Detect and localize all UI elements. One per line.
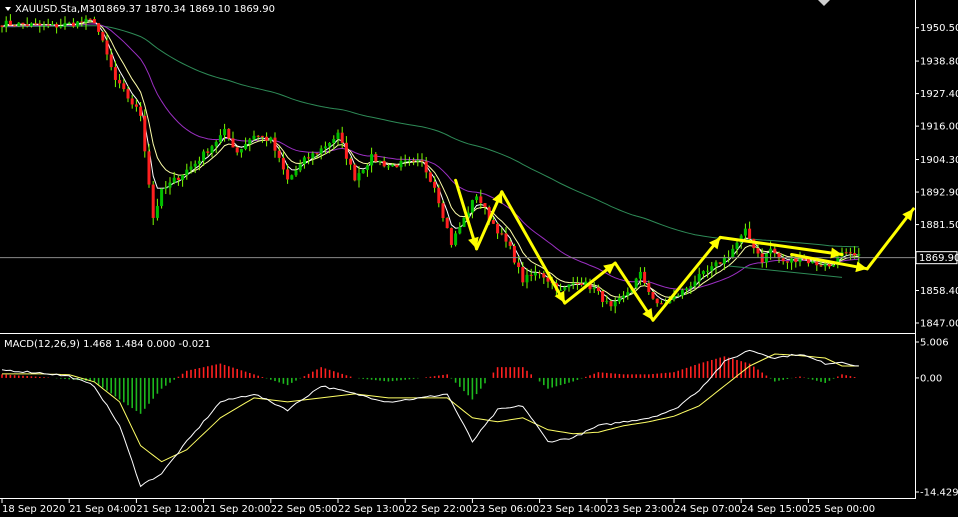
current-price-label: 1869.90 xyxy=(919,253,958,264)
candle xyxy=(428,171,432,183)
candle xyxy=(512,243,516,265)
chart-symbol: XAUUSD.Sta,M30 xyxy=(15,4,101,15)
time-tick-label: 23 Sep 14:00 xyxy=(540,504,607,515)
trading-chart: 1950.50 1938.80 1927.40 1916.00 1904.30 1892.… xyxy=(0,0,958,517)
time-tick-label: 21 Sep 12:00 xyxy=(136,504,203,515)
candle xyxy=(353,163,357,182)
macd-label: MACD(12,26,9) 1.468 1.484 0.000 -0.021 xyxy=(4,339,211,350)
time-tick-label: 21 Sep 04:00 xyxy=(69,504,136,515)
macd-tick-label: 0.00 xyxy=(920,373,942,384)
macd-tick-label: -14.429 xyxy=(920,488,958,499)
time-tick-label: 22 Sep 05:00 xyxy=(271,504,338,515)
time-tick-label: 23 Sep 06:00 xyxy=(472,504,539,515)
time-tick-label: 22 Sep 22:00 xyxy=(405,504,472,515)
candle xyxy=(445,217,449,229)
candle xyxy=(651,291,655,300)
candle xyxy=(361,169,365,174)
price-tick-label: 1904.30 xyxy=(920,155,958,166)
candle xyxy=(143,109,147,158)
time-tick-label: 21 Sep 20:00 xyxy=(204,504,271,515)
time-tick-label: 22 Sep 13:00 xyxy=(338,504,405,515)
price-tick-label: 1847.00 xyxy=(920,319,958,330)
time-tick-label: 25 Sep 00:00 xyxy=(808,504,875,515)
time-tick-label: 24 Sep 07:00 xyxy=(674,504,741,515)
price-tick-label: 1950.50 xyxy=(920,23,958,34)
candle xyxy=(160,188,164,209)
chart-ohlc: 1869.37 1870.34 1869.10 1869.90 xyxy=(100,4,275,15)
candle xyxy=(462,217,466,228)
price-tick-label: 1927.40 xyxy=(920,89,958,100)
price-tick-label: 1892.90 xyxy=(920,188,958,199)
time-tick-label: 18 Sep 2020 xyxy=(2,504,65,515)
macd-tick-label: 5.006 xyxy=(920,338,949,349)
time-tick-label: 24 Sep 15:00 xyxy=(741,504,808,515)
time-tick-label: 23 Sep 23:00 xyxy=(607,504,674,515)
chart-header: XAUUSD.Sta,M30 1869.37 1870.34 1869.10 1… xyxy=(5,4,275,15)
candle xyxy=(449,227,453,248)
price-tick-label: 1938.80 xyxy=(920,57,958,68)
price-tick-label: 1881.50 xyxy=(920,220,958,231)
candle xyxy=(290,174,294,180)
price-tick-label: 1858.40 xyxy=(920,286,958,297)
current-price-tag: 1869.90 xyxy=(915,251,958,265)
price-tick-label: 1916.00 xyxy=(920,122,958,133)
